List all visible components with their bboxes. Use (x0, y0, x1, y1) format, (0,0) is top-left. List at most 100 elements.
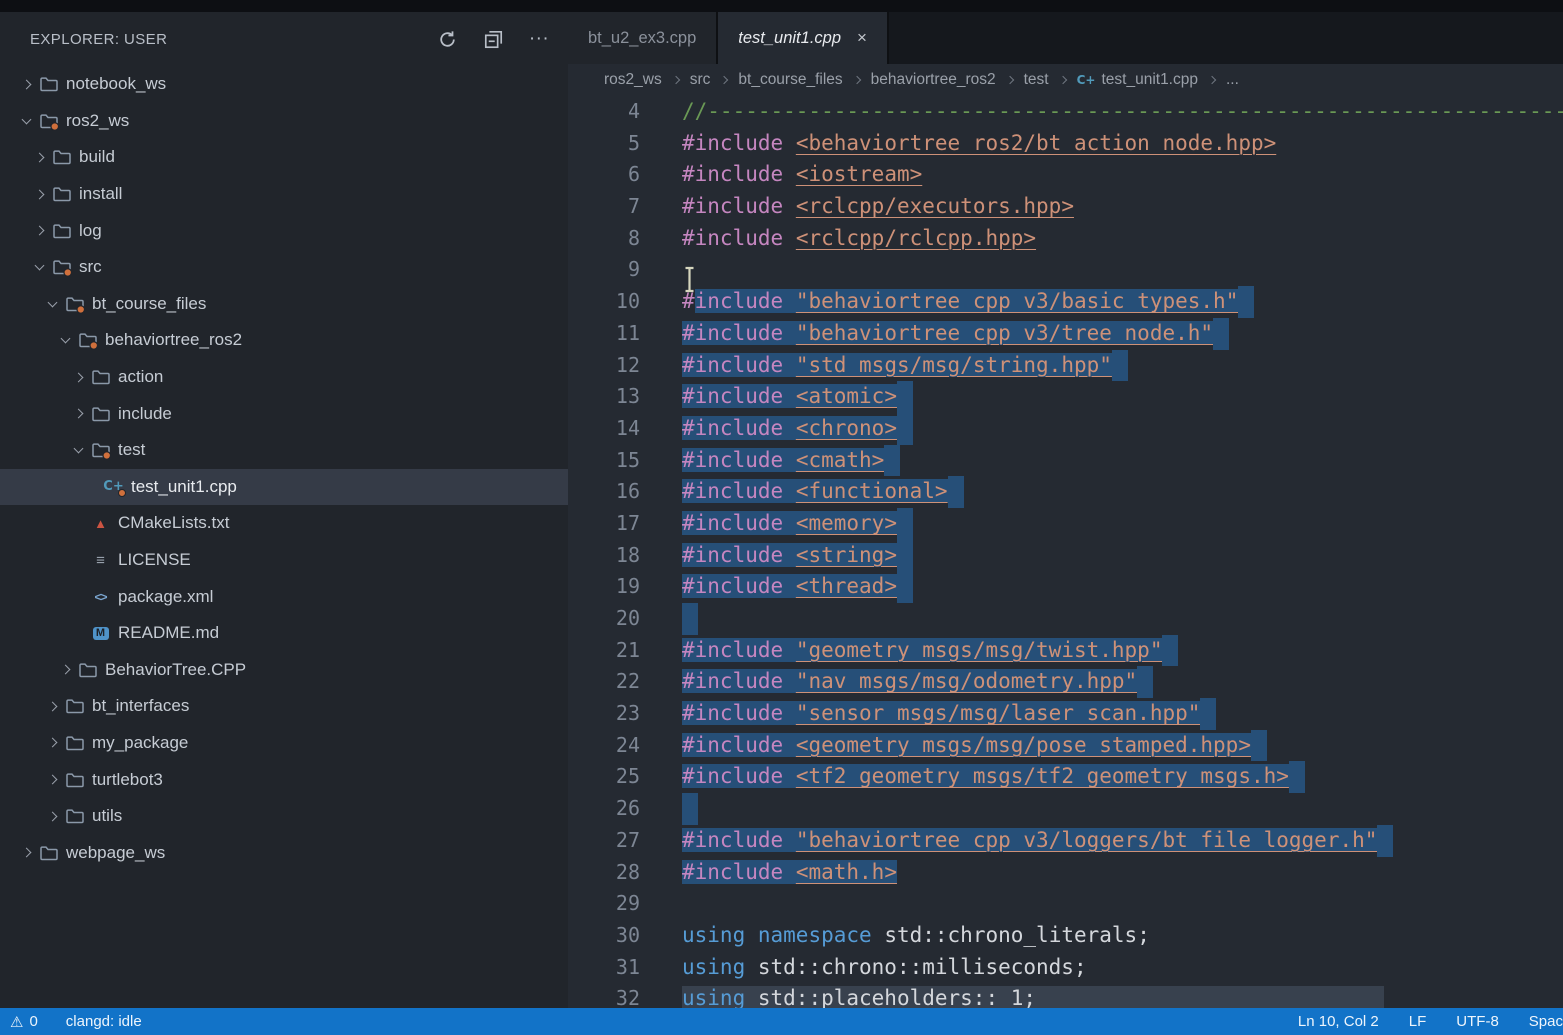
tab-label: test_unit1.cpp (738, 29, 841, 48)
chevron-right-icon[interactable] (27, 154, 51, 161)
breadcrumb-item-ros2-ws[interactable]: ros2_ws (604, 71, 662, 89)
code-line-8[interactable]: 8#include <rclcpp/rclcpp.hpp> (568, 223, 1563, 255)
chevron-right-icon[interactable] (66, 410, 90, 417)
breadcrumb-separator-icon (1209, 77, 1215, 83)
collapse-folders-icon[interactable] (482, 28, 504, 50)
modified-dot (118, 489, 126, 497)
breadcrumb-item-src[interactable]: src (690, 71, 711, 89)
chevron-down-icon[interactable] (66, 448, 90, 452)
chevron-right-icon[interactable] (27, 227, 51, 234)
tab-bt-u2-ex3-cpp[interactable]: bt_u2_ex3.cpp (568, 12, 718, 64)
tree-item-install[interactable]: install (0, 176, 568, 213)
folder-icon (77, 659, 98, 680)
tree-item-behaviortree-ros2[interactable]: behaviortree_ros2 (0, 322, 568, 359)
selection-newline (1213, 318, 1229, 350)
chevron-right-icon[interactable] (40, 813, 64, 820)
breadcrumb-item-behaviortree-ros2[interactable]: behaviortree_ros2 (871, 71, 996, 89)
indentation-indicator[interactable]: Spac (1529, 1013, 1563, 1030)
code-line-12[interactable]: 12#include "std_msgs/msg/string.hpp" (568, 350, 1563, 382)
folder-icon (64, 696, 85, 717)
code-editor[interactable]: 4//-------------------------------------… (568, 96, 1563, 1008)
code-line-25[interactable]: 25#include <tf2_geometry_msgs/tf2_geomet… (568, 761, 1563, 793)
chevron-down-icon[interactable] (27, 265, 51, 269)
chevron-right-icon[interactable] (14, 81, 38, 88)
chevron-down-icon[interactable] (40, 302, 64, 306)
code-line-18[interactable]: 18#include <string> (568, 540, 1563, 572)
tree-item-test[interactable]: test (0, 432, 568, 469)
line-content (682, 793, 698, 825)
code-line-23[interactable]: 23#include "sensor_msgs/msg/laser_scan.h… (568, 698, 1563, 730)
tree-item-test-unit1-cpp[interactable]: C+test_unit1.cpp (0, 469, 568, 506)
tree-item-src[interactable]: src (0, 249, 568, 286)
tree-item-cmakelists-txt[interactable]: ▲CMakeLists.txt (0, 505, 568, 542)
code-line-17[interactable]: 17#include <memory> (568, 508, 1563, 540)
cursor-position-indicator[interactable]: Ln 10, Col 2 (1298, 1013, 1379, 1030)
tab-test-unit1-cpp[interactable]: test_unit1.cpp × (718, 12, 889, 64)
tree-item-webpage-ws[interactable]: webpage_ws (0, 834, 568, 871)
tree-item-include[interactable]: include (0, 395, 568, 432)
tree-item-notebook-ws[interactable]: notebook_ws (0, 66, 568, 103)
code-line-31[interactable]: 31using std::chrono::milliseconds; (568, 952, 1563, 984)
code-line-32[interactable]: 32using std::placeholders::_1; (568, 983, 1563, 1008)
code-line-10[interactable]: 10#include "behaviortree_cpp_v3/basic_ty… (568, 286, 1563, 318)
tree-item-action[interactable]: action (0, 359, 568, 396)
chevron-right-icon[interactable] (40, 703, 64, 710)
chevron-right-icon[interactable] (14, 849, 38, 856)
tree-item-my-package[interactable]: my_package (0, 725, 568, 762)
code-line-24[interactable]: 24#include <geometry_msgs/msg/pose_stamp… (568, 730, 1563, 762)
code-line-22[interactable]: 22#include "nav_msgs/msg/odometry.hpp" (568, 666, 1563, 698)
code-line-5[interactable]: 5#include <behaviortree_ros2/bt_action_n… (568, 128, 1563, 160)
chevron-right-icon[interactable] (66, 374, 90, 381)
chevron-right-icon[interactable] (53, 666, 77, 673)
code-line-9[interactable]: 9 (568, 254, 1563, 286)
line-number: 24 (568, 730, 640, 762)
tree-item-build[interactable]: build (0, 139, 568, 176)
encoding-indicator[interactable]: UTF-8 (1456, 1013, 1499, 1030)
eol-indicator[interactable]: LF (1409, 1013, 1427, 1030)
code-line-11[interactable]: 11#include "behaviortree_cpp_v3/tree_nod… (568, 318, 1563, 350)
tree-item-label: CMakeLists.txt (118, 513, 229, 533)
vscode-window: EXPLORER: USER ··· notebook_wsros2_wsbui… (0, 0, 1563, 1035)
code-line-13[interactable]: 13#include <atomic> (568, 381, 1563, 413)
chevron-right-icon[interactable] (27, 191, 51, 198)
code-line-7[interactable]: 7#include <rclcpp/executors.hpp> (568, 191, 1563, 223)
code-line-19[interactable]: 19#include <thread> (568, 571, 1563, 603)
code-line-14[interactable]: 14#include <chrono> (568, 413, 1563, 445)
breadcrumb-item-[interactable]: ... (1226, 71, 1239, 89)
code-line-21[interactable]: 21#include "geometry_msgs/msg/twist.hpp" (568, 635, 1563, 667)
tree-item-utils[interactable]: utils (0, 798, 568, 835)
code-line-30[interactable]: 30using namespace std::chrono_literals; (568, 920, 1563, 952)
tree-item-package-xml[interactable]: <>package.xml (0, 578, 568, 615)
chevron-down-icon[interactable] (14, 119, 38, 123)
tree-item-turtlebot3[interactable]: turtlebot3 (0, 761, 568, 798)
breadcrumb-item-test[interactable]: test (1024, 71, 1049, 89)
code-line-27[interactable]: 27#include "behaviortree_cpp_v3/loggers/… (568, 825, 1563, 857)
line-number: 9 (568, 254, 640, 286)
code-line-6[interactable]: 6#include <iostream> (568, 159, 1563, 191)
tree-item-behaviortree-cpp[interactable]: BehaviorTree.CPP (0, 652, 568, 689)
clangd-status[interactable]: clangd: idle (66, 1013, 142, 1030)
chevron-right-icon[interactable] (40, 739, 64, 746)
tree-item-readme-md[interactable]: MREADME.md (0, 615, 568, 652)
code-line-4[interactable]: 4//-------------------------------------… (568, 96, 1563, 128)
tree-item-bt-course-files[interactable]: bt_course_files (0, 286, 568, 323)
tree-item-license[interactable]: ≡LICENSE (0, 542, 568, 579)
chevron-right-icon[interactable] (40, 776, 64, 783)
breadcrumb-item-bt-course-files[interactable]: bt_course_files (738, 71, 842, 89)
folder-icon (90, 403, 111, 424)
code-line-29[interactable]: 29 (568, 888, 1563, 920)
code-line-26[interactable]: 26 (568, 793, 1563, 825)
chevron-down-icon[interactable] (53, 338, 77, 342)
code-line-20[interactable]: 20 (568, 603, 1563, 635)
breadcrumb-item-test-unit1-cpp[interactable]: C+test_unit1.cpp (1077, 71, 1198, 89)
code-line-16[interactable]: 16#include <functional> (568, 476, 1563, 508)
tree-item-log[interactable]: log (0, 212, 568, 249)
tree-item-bt-interfaces[interactable]: bt_interfaces (0, 688, 568, 725)
tree-item-ros2-ws[interactable]: ros2_ws (0, 103, 568, 140)
close-icon[interactable]: × (857, 28, 867, 48)
code-line-28[interactable]: 28#include <math.h> (568, 857, 1563, 889)
more-actions-icon[interactable]: ··· (528, 28, 550, 50)
refresh-explorer-icon[interactable] (436, 28, 458, 50)
code-line-15[interactable]: 15#include <cmath> (568, 445, 1563, 477)
problems-indicator[interactable]: ⚠ 0 (10, 1013, 38, 1031)
